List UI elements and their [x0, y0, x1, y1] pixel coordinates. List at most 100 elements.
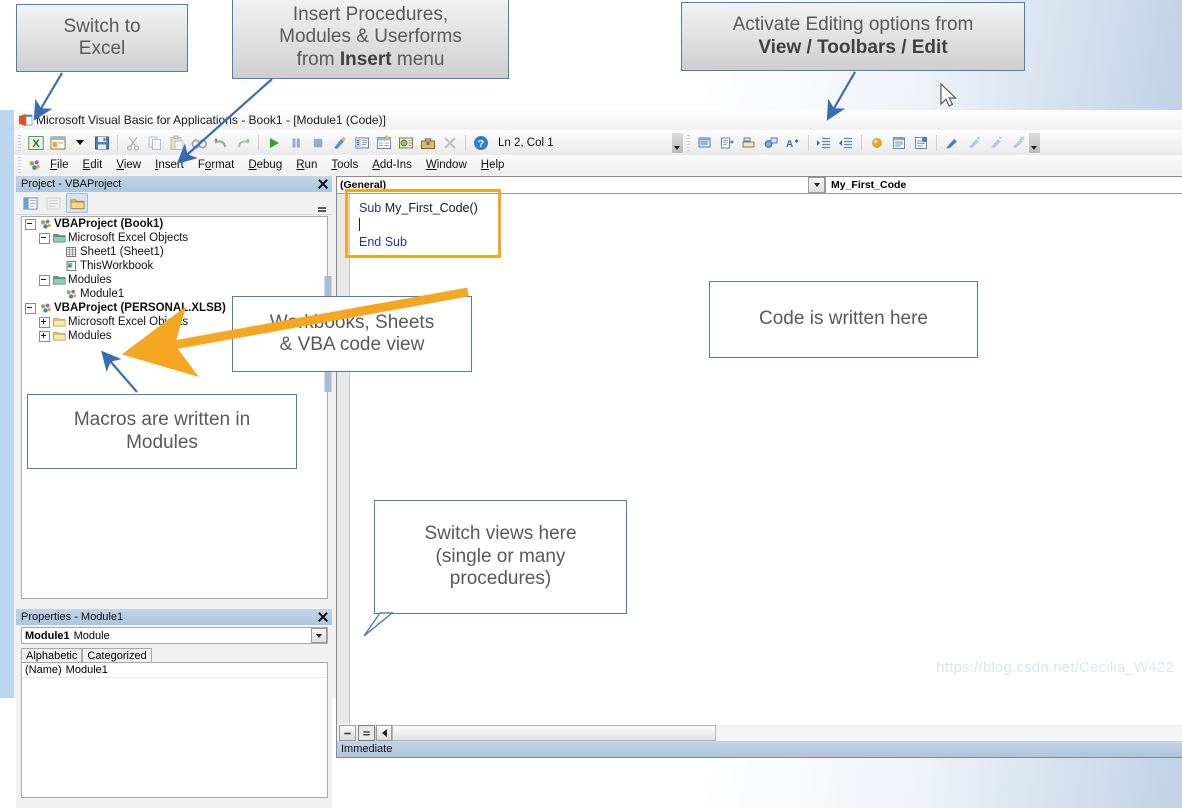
menu-item-addins[interactable]: Add-Ins: [365, 159, 419, 171]
menu-item-file[interactable]: File: [43, 159, 76, 171]
menu-item-tools[interactable]: Tools: [324, 159, 365, 171]
tree-item[interactable]: Sheet1 (Sheet1): [22, 245, 327, 259]
tab-alphabetic[interactable]: Alphabetic: [21, 648, 83, 662]
collapse-minus-icon[interactable]: [39, 232, 50, 244]
outdent-button[interactable]: [836, 133, 856, 153]
view-excel-button[interactable]: X: [26, 133, 46, 153]
code-margin-indicator-bar[interactable]: [337, 194, 350, 724]
full-module-view-button[interactable]: [358, 725, 375, 741]
code-highlight-box: [345, 189, 501, 258]
tab-categorized[interactable]: Categorized: [82, 648, 152, 662]
properties-window-button[interactable]: [374, 133, 394, 153]
indent-button[interactable]: [814, 133, 834, 153]
expand-plus-icon[interactable]: [39, 316, 50, 328]
menu-item-format[interactable]: Format: [191, 159, 241, 171]
design-tools-button[interactable]: [440, 133, 460, 153]
close-icon[interactable]: [316, 177, 330, 191]
design-mode-button[interactable]: [330, 133, 350, 153]
folder-closed-icon: [52, 330, 66, 343]
complete-word-button[interactable]: A: [783, 133, 803, 153]
insert-dropdown-button[interactable]: [70, 133, 90, 153]
quick-info-button[interactable]: [739, 133, 759, 153]
menu-item-edit[interactable]: Edit: [76, 159, 110, 171]
undo-button[interactable]: [211, 133, 231, 153]
copy-button[interactable]: [145, 133, 165, 153]
clear-bookmarks-button[interactable]: [1008, 133, 1028, 153]
properties-grid[interactable]: (Name) Module1: [21, 662, 328, 798]
toggle-folders-button[interactable]: [66, 193, 88, 213]
collapse-minus-icon[interactable]: [25, 302, 36, 314]
property-row-name[interactable]: (Name) Module1: [22, 663, 327, 678]
tree-item-label: Module1: [80, 288, 125, 300]
immediate-window-title: Immediate: [341, 743, 393, 755]
tree-item[interactable]: ThisWorkbook: [22, 259, 327, 273]
find-button[interactable]: [189, 133, 209, 153]
menu-item-run[interactable]: Run: [289, 159, 324, 171]
help-button[interactable]: ?: [471, 133, 491, 153]
scrollbar-thumb[interactable]: [392, 725, 716, 741]
expand-plus-icon[interactable]: [39, 330, 50, 342]
menu-item-debug[interactable]: Debug: [241, 159, 289, 171]
chevron-down-icon: [76, 140, 84, 145]
project-toolbar-overflow-button[interactable]: [316, 194, 328, 212]
list-properties-methods-button[interactable]: [695, 133, 715, 153]
vba-project-icon: [38, 218, 52, 231]
procedure-dropdown[interactable]: My_First_Code: [826, 177, 1182, 193]
redo-button[interactable]: [233, 133, 253, 153]
chevron-down-icon[interactable]: [311, 628, 327, 643]
collapse-minus-icon[interactable]: [39, 274, 50, 286]
toggle-bookmark-button[interactable]: [942, 133, 962, 153]
parameter-info-button[interactable]: [761, 133, 781, 153]
comment-block-button[interactable]: [889, 133, 909, 153]
view-object-button[interactable]: [43, 194, 63, 212]
edit-separator-1: [807, 134, 809, 151]
project-explorer-button[interactable]: [352, 133, 372, 153]
property-value[interactable]: Module1: [66, 664, 108, 676]
run-button[interactable]: [264, 133, 284, 153]
chevron-down-icon[interactable]: [808, 177, 825, 193]
save-button[interactable]: [92, 133, 112, 153]
code-editor[interactable]: Sub My_First_Code() End Sub: [337, 194, 1182, 724]
edit-toolbar-grip[interactable]: [686, 134, 690, 151]
previous-bookmark-button[interactable]: [986, 133, 1006, 153]
close-icon[interactable]: [316, 610, 330, 624]
cut-button[interactable]: [123, 133, 143, 153]
position-indicator: Ln 2, Col 1: [498, 136, 554, 149]
paste-button[interactable]: [167, 133, 187, 153]
list-constants-button[interactable]: [717, 133, 737, 153]
toggle-breakpoint-button[interactable]: [867, 133, 887, 153]
toolbox-button[interactable]: [418, 133, 438, 153]
toolbar-grip[interactable]: [18, 134, 21, 151]
tree-item[interactable]: Modules: [22, 273, 327, 287]
collapse-minus-icon[interactable]: [25, 218, 36, 230]
object-browser-button[interactable]: [396, 133, 416, 153]
menu-item-insert[interactable]: Insert: [148, 159, 191, 171]
next-bookmark-button[interactable]: [964, 133, 984, 153]
insert-userform-button[interactable]: [48, 133, 68, 153]
horizontal-scrollbar[interactable]: [375, 725, 1182, 741]
uncomment-block-button[interactable]: [911, 133, 931, 153]
reset-button[interactable]: [308, 133, 328, 153]
project-explorer-panel: Project - VBAProject VBAProject (Book1) M…: [16, 176, 332, 601]
menu-item-help[interactable]: Help: [474, 159, 512, 171]
watermark: https://blog.csdn.net/Cecilia_W422: [936, 659, 1174, 676]
menu-item-view[interactable]: View: [109, 159, 148, 171]
edit-toolbar-overflow-button[interactable]: [1028, 132, 1040, 153]
tree-item[interactable]: VBAProject (Book1): [22, 217, 327, 231]
properties-object-combo[interactable]: Module1 Module: [21, 627, 328, 644]
toolbar-separator: [117, 134, 118, 151]
menubar-grip[interactable]: [18, 156, 21, 173]
callout-insert-procedures-text: Insert Procedures, Modules & Userforms fro…: [279, 3, 462, 70]
svg-text:A: A: [786, 139, 793, 150]
break-button[interactable]: [286, 133, 306, 153]
window-title: Microsoft Visual Basic for Applications …: [36, 113, 386, 127]
menu-item-window[interactable]: Window: [419, 159, 474, 171]
scroll-left-button[interactable]: [376, 725, 392, 741]
tree-item[interactable]: Microsoft Excel Objects: [22, 231, 327, 245]
view-code-button[interactable]: [20, 194, 40, 212]
vba-icon: [25, 157, 43, 173]
toolbar-overflow-button[interactable]: [671, 132, 683, 153]
procedure-view-button[interactable]: [339, 725, 356, 741]
title-bar: Microsoft Visual Basic for Applications …: [14, 110, 1182, 130]
tree-item-label: Microsoft Excel Objects: [68, 316, 189, 328]
